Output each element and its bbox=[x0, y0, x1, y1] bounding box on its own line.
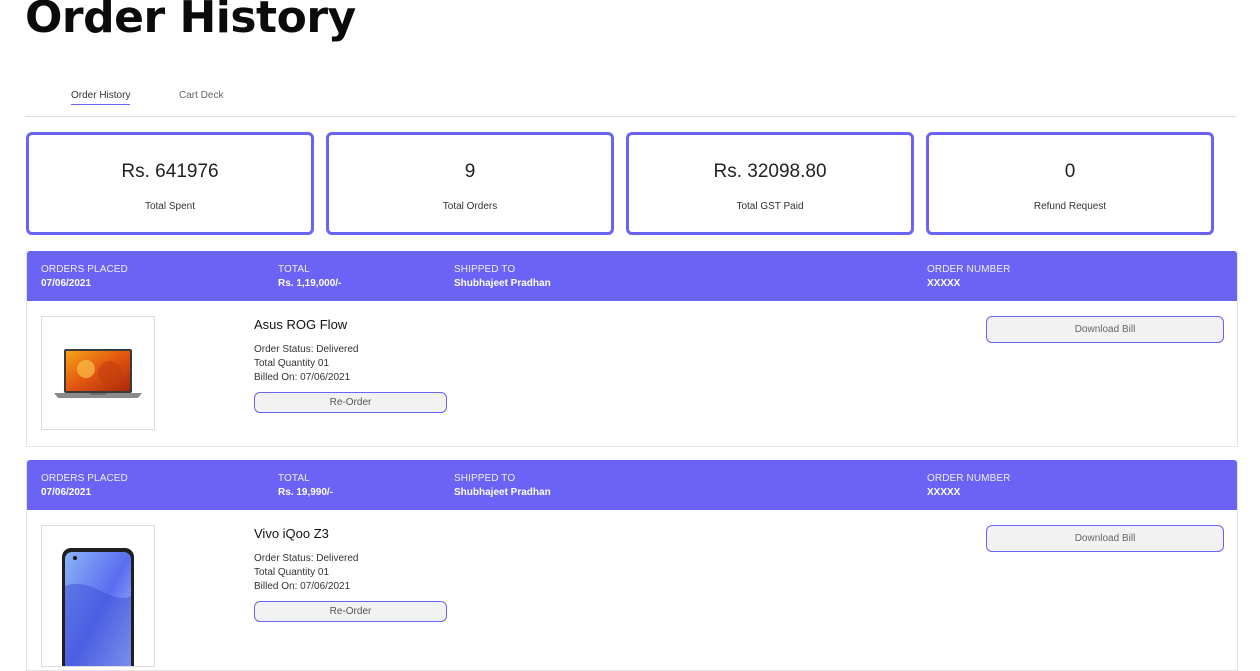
order-shipped: SHIPPED TO Shubhajeet Pradhan bbox=[454, 472, 551, 500]
smartphone-icon bbox=[62, 548, 134, 666]
stat-value: 9 bbox=[464, 161, 476, 182]
order-billed-on: Billed On: 07/06/2021 bbox=[254, 372, 351, 383]
order-total-value: Rs. 1,19,000/- bbox=[278, 278, 342, 289]
stat-card-refund-request: 0 Refund Request bbox=[926, 132, 1214, 235]
product-name: Vivo iQoo Z3 bbox=[254, 526, 329, 541]
laptop-icon bbox=[54, 349, 142, 398]
stat-card-total-spent: Rs. 641976 Total Spent bbox=[26, 132, 314, 235]
order-placed-date: 07/06/2021 bbox=[41, 487, 92, 498]
order-number: ORDER NUMBER XXXXX bbox=[927, 472, 1010, 500]
product-image[interactable] bbox=[41, 525, 155, 667]
order-shipped-name: Shubhajeet Pradhan bbox=[454, 278, 551, 289]
order-number-value: XXXXX bbox=[927, 487, 961, 498]
order-shipped-name: Shubhajeet Pradhan bbox=[454, 487, 551, 498]
product-image[interactable] bbox=[41, 316, 155, 430]
order-number: ORDER NUMBER XXXXX bbox=[927, 263, 1010, 291]
order-quantity: Total Quantity 01 bbox=[254, 358, 330, 369]
order-placed-label: ORDERS PLACED bbox=[41, 473, 128, 484]
order-placed-label: ORDERS PLACED bbox=[41, 264, 128, 275]
order-number-value: XXXXX bbox=[927, 278, 961, 289]
reorder-button[interactable]: Re-Order bbox=[254, 392, 447, 413]
stat-card-total-orders: 9 Total Orders bbox=[326, 132, 614, 235]
stat-card-total-gst: Rs. 32098.80 Total GST Paid bbox=[626, 132, 914, 235]
stat-label: Total Spent bbox=[144, 201, 196, 212]
order-number-label: ORDER NUMBER bbox=[927, 264, 1011, 275]
stat-value: 0 bbox=[1064, 161, 1076, 182]
order-placed: ORDERS PLACED 07/06/2021 bbox=[41, 472, 128, 500]
order-billed-on: Billed On: 07/06/2021 bbox=[254, 581, 351, 592]
order-header: ORDERS PLACED 07/06/2021 TOTAL Rs. 19,99… bbox=[27, 460, 1237, 510]
order-total-value: Rs. 19,990/- bbox=[278, 487, 334, 498]
stat-value: Rs. 641976 bbox=[121, 161, 219, 182]
order-status: Order Status: Delivered bbox=[254, 553, 359, 564]
tab-cart-deck[interactable]: Cart Deck bbox=[179, 90, 223, 104]
order-total-label: TOTAL bbox=[278, 473, 310, 484]
download-bill-button[interactable]: Download Bill bbox=[986, 525, 1224, 552]
order-number-label: ORDER NUMBER bbox=[927, 473, 1011, 484]
order-shipped: SHIPPED TO Shubhajeet Pradhan bbox=[454, 263, 551, 291]
order-status: Order Status: Delivered bbox=[254, 344, 359, 355]
page-title: Order History bbox=[25, 0, 356, 43]
product-name: Asus ROG Flow bbox=[254, 317, 348, 332]
order-header: ORDERS PLACED 07/06/2021 TOTAL Rs. 1,19,… bbox=[27, 251, 1237, 301]
download-bill-button[interactable]: Download Bill bbox=[986, 316, 1224, 343]
order-shipped-label: SHIPPED TO bbox=[454, 264, 516, 275]
order-quantity: Total Quantity 01 bbox=[254, 567, 330, 578]
order-shipped-label: SHIPPED TO bbox=[454, 473, 516, 484]
stat-label: Total Orders bbox=[442, 201, 498, 212]
tab-order-history[interactable]: Order History bbox=[71, 90, 131, 105]
stat-value: Rs. 32098.80 bbox=[713, 161, 827, 182]
tab-bar: Order History Cart Deck bbox=[25, 84, 1236, 117]
reorder-button[interactable]: Re-Order bbox=[254, 601, 447, 622]
stat-label: Total GST Paid bbox=[736, 201, 804, 212]
order-total: TOTAL Rs. 1,19,000/- bbox=[278, 263, 341, 291]
order-total-label: TOTAL bbox=[278, 264, 310, 275]
stat-label: Refund Request bbox=[1033, 201, 1107, 212]
order-placed: ORDERS PLACED 07/06/2021 bbox=[41, 263, 128, 291]
order-total: TOTAL Rs. 19,990/- bbox=[278, 472, 333, 500]
order-placed-date: 07/06/2021 bbox=[41, 278, 92, 289]
order-card: ORDERS PLACED 07/06/2021 TOTAL Rs. 19,99… bbox=[26, 460, 1238, 671]
order-card: ORDERS PLACED 07/06/2021 TOTAL Rs. 1,19,… bbox=[26, 251, 1238, 447]
